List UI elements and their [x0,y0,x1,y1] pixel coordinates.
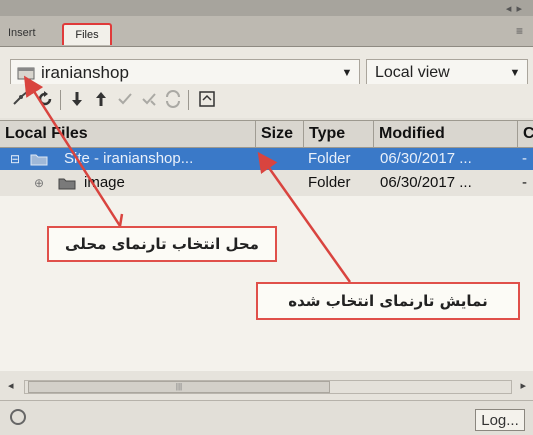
scroll-left-icon[interactable]: ◂ [8,379,14,392]
chevron-down-icon[interactable]: ▼ [335,67,359,79]
sync-icon[interactable] [162,88,184,110]
row-type: Folder [308,150,351,167]
row-checked: - [522,174,527,191]
panel-top-strip: ◂ ▸ [0,0,533,16]
panel-tab-bar: Insert Files ≡ [0,16,533,47]
tab-insert[interactable]: Insert [8,23,36,43]
column-header-size[interactable]: Size [256,121,304,147]
files-panel: ◂ ▸ Insert Files ≡ iranianshop ▼ Local v… [0,0,533,435]
put-files-icon[interactable] [90,88,112,110]
expand-view-icon[interactable] [196,88,218,110]
table-row[interactable]: ⊕ image Folder 06/30/2017 ... - [0,172,533,194]
refresh-icon[interactable] [34,88,56,110]
file-actions-toolbar [0,84,533,118]
panel-menu-icon[interactable]: ≡ [516,24,523,38]
site-icon [17,67,35,80]
log-button[interactable]: Log... [475,409,525,431]
scroll-thumb[interactable]: ||| [28,381,330,393]
site-selector-dropdown[interactable]: iranianshop ▼ [10,59,360,87]
site-folder-icon [30,148,48,170]
panel-grip-icon[interactable]: ◂ ▸ [506,2,523,15]
site-name: iranianshop [41,63,129,82]
toolbar-divider [60,90,61,110]
horizontal-scrollbar[interactable]: ◂ ||| ▸ [8,376,526,396]
table-row[interactable]: ⊟ Site - iranianshop... Folder 06/30/201… [0,148,533,170]
tab-files[interactable]: Files [62,23,112,45]
column-header-modified[interactable]: Modified [374,121,518,147]
folder-icon [58,172,76,194]
connect-icon[interactable] [10,88,32,110]
row-modified: 06/30/2017 ... [380,174,472,191]
row-modified: 06/30/2017 ... [380,150,472,167]
view-mode-dropdown[interactable]: Local view ▼ [366,59,528,87]
file-table-header: Local Files Size Type Modified C [0,120,533,148]
chevron-down-icon[interactable]: ▼ [503,67,527,79]
column-header-local-files[interactable]: Local Files [0,121,256,147]
toolbar-divider [188,90,189,110]
get-files-icon[interactable] [66,88,88,110]
callout-local-site-selector: محل انتخاب تارنمای محلی [47,226,277,262]
column-header-type[interactable]: Type [304,121,374,147]
check-in-icon[interactable] [138,88,160,110]
callout-selected-site-display: نمایش تارنمای انتخاب شده [256,282,520,320]
scroll-right-icon[interactable]: ▸ [520,379,526,392]
view-mode-label: Local view [375,64,450,81]
expand-icon[interactable]: ⊕ [34,172,44,194]
column-header-checked[interactable]: C [518,121,533,147]
site-root-name: Site - iranianshop... [64,150,194,167]
row-checked: - [522,150,527,167]
collapse-icon[interactable]: ⊟ [10,148,20,170]
folder-name: image [84,174,125,191]
globe-icon [10,409,26,425]
row-type: Folder [308,174,351,191]
check-out-icon[interactable] [114,88,136,110]
status-bar: Log... [0,400,533,435]
